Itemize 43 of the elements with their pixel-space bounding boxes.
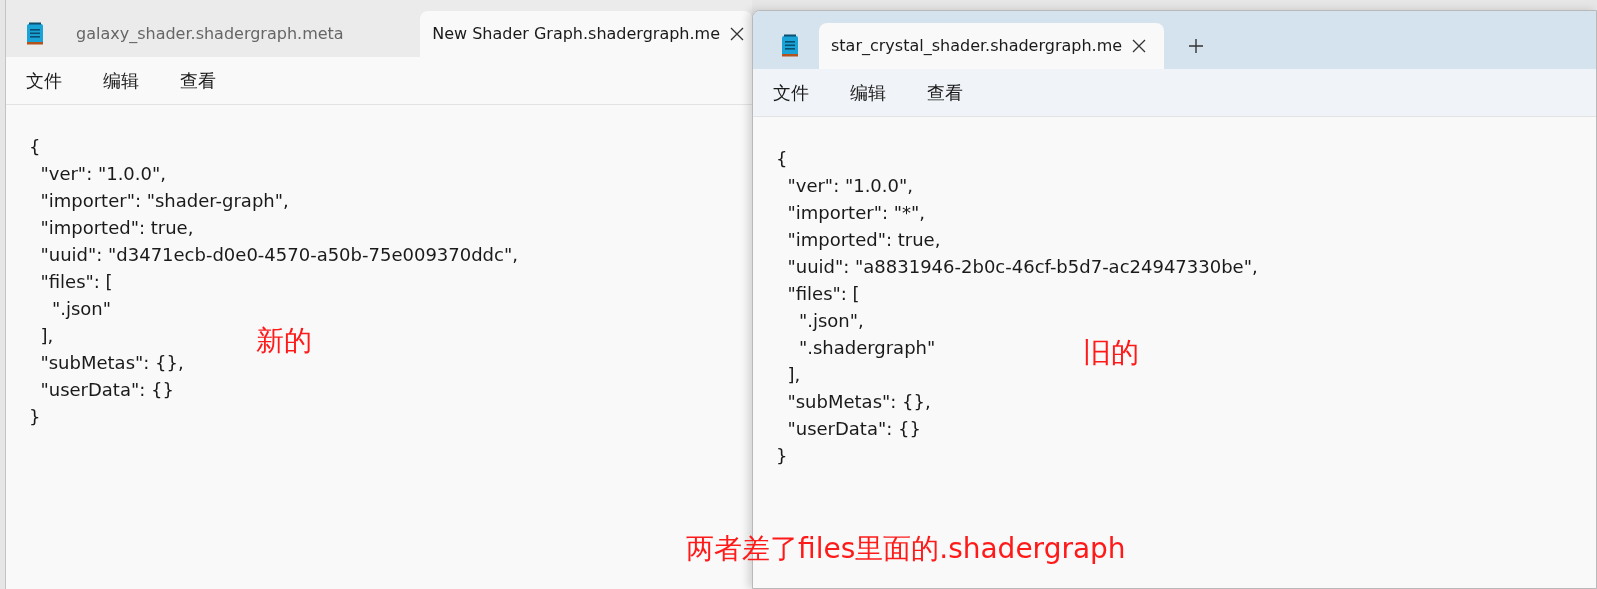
code-line: "uuid": "a8831946-2b0c-46cf-b5d7-ac24947330be", <box>786 255 1258 279</box>
code-line: "files": [ <box>39 270 113 294</box>
code-line: { <box>29 135 41 159</box>
code-line: ".shadergraph" <box>797 336 936 360</box>
code-line: "files": [ <box>786 282 860 306</box>
menu-item[interactable]: 查看 <box>927 79 963 106</box>
annotation-text: 新的 <box>256 323 312 359</box>
menu-item[interactable]: 文件 <box>26 67 62 94</box>
annotation-text: 两者差了files里面的.shadergraph <box>686 531 1126 567</box>
code-line: } <box>776 444 788 468</box>
notepad-icon <box>781 34 799 58</box>
tab[interactable]: star_crystal_shader.shadergraph.me <box>819 23 1164 69</box>
tab-title: galaxy_shader.shadergraph.meta <box>76 23 344 45</box>
annotation-text: 旧的 <box>1083 335 1139 371</box>
code-line: "subMetas": {}, <box>39 351 184 375</box>
menu-item[interactable]: 编辑 <box>103 67 139 94</box>
code-line: "ver": "1.0.0", <box>39 162 166 186</box>
code-line: "importer": "*", <box>786 201 925 225</box>
close-icon[interactable] <box>730 27 744 41</box>
menu-item[interactable]: 查看 <box>180 67 216 94</box>
code-line: ], <box>39 324 54 348</box>
code-line: "imported": true, <box>39 216 194 240</box>
notepad-icon <box>26 22 44 46</box>
code-line: "imported": true, <box>786 228 941 252</box>
code-line: ".json", <box>797 309 864 333</box>
code-line: "subMetas": {}, <box>786 390 931 414</box>
code-line: ".json" <box>50 297 111 321</box>
menu-item[interactable]: 编辑 <box>850 79 886 106</box>
code-line: "uuid": "d3471ecb-d0e0-4570-a50b-75e009370ddc", <box>39 243 518 267</box>
code-line: } <box>29 405 41 429</box>
tab[interactable]: galaxy_shader.shadergraph.meta <box>64 11 421 57</box>
plus-icon[interactable] <box>1188 38 1204 54</box>
code-line: "userData": {} <box>786 417 921 441</box>
code-line: "userData": {} <box>39 378 174 402</box>
tab[interactable]: New Shader Graph.shadergraph.me <box>420 11 752 57</box>
tab-title: star_crystal_shader.shadergraph.me <box>831 35 1123 57</box>
close-icon[interactable] <box>1132 39 1147 53</box>
code-line: "importer": "shader-graph", <box>39 189 289 213</box>
code-line: "ver": "1.0.0", <box>786 174 913 198</box>
menu-item[interactable]: 文件 <box>773 79 809 106</box>
tab-title: New Shader Graph.shadergraph.me <box>432 23 720 45</box>
code-line: { <box>776 147 788 171</box>
code-line: ], <box>786 363 801 387</box>
